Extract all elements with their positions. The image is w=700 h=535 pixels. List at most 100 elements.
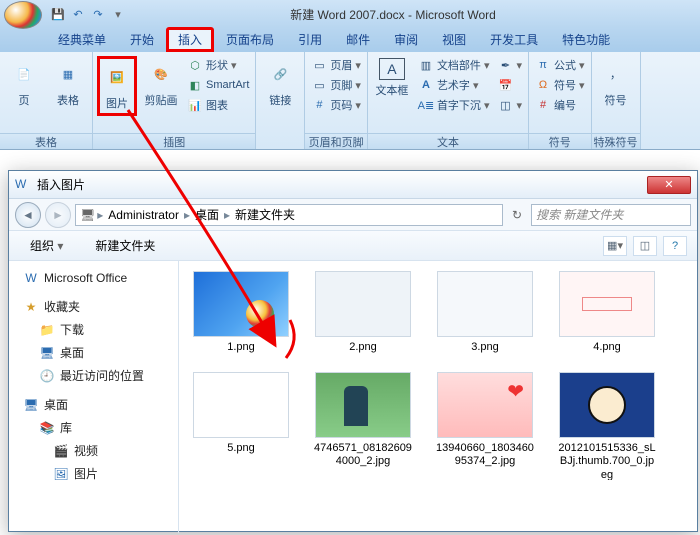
- forward-button[interactable]: ►: [45, 202, 71, 228]
- close-button[interactable]: ✕: [647, 176, 691, 194]
- file-item[interactable]: 2012101515336_sLBJj.thumb.700_0.jpeg: [557, 372, 657, 480]
- tab-classic[interactable]: 经典菜单: [46, 27, 118, 52]
- tab-insert[interactable]: 插入: [166, 27, 214, 52]
- file-item[interactable]: 3.png: [435, 271, 535, 354]
- label: 符号: [605, 92, 627, 108]
- preview-pane-button[interactable]: ◫: [633, 236, 657, 256]
- chart-button[interactable]: 📊图表: [185, 96, 251, 114]
- group-header-footer: ▭页眉 ▾ ▭页脚 ▾ #页码 ▾ 页眉和页脚: [305, 52, 368, 149]
- pagenumber-button[interactable]: #页码 ▾: [309, 96, 363, 114]
- file-item[interactable]: 13940660_180346095374_2.jpg: [435, 372, 535, 480]
- file-name: 4746571_081826094000_2.jpg: [313, 442, 413, 468]
- tab-mail[interactable]: 邮件: [334, 27, 382, 52]
- search-placeholder: 搜索 新建文件夹: [536, 206, 623, 223]
- tab-references[interactable]: 引用: [286, 27, 334, 52]
- refresh-icon[interactable]: ↻: [507, 208, 527, 222]
- wordart-button[interactable]: A艺术字 ▾: [416, 76, 492, 94]
- quickparts-button[interactable]: ▥文档部件 ▾: [416, 56, 492, 74]
- breadcrumb-segment[interactable]: Administrator: [105, 208, 182, 222]
- object-button[interactable]: ◫▾: [495, 96, 524, 114]
- equation-button[interactable]: π公式 ▾: [533, 56, 587, 74]
- help-button[interactable]: ?: [663, 236, 687, 256]
- sidebar-item-recent[interactable]: 🕘最近访问的位置: [13, 364, 174, 387]
- desktop-icon: 🖥: [23, 397, 39, 413]
- sidebar-item-desktop[interactable]: 🖥桌面: [13, 341, 174, 364]
- smartart-button[interactable]: ◧SmartArt: [185, 76, 251, 94]
- recent-icon: 🕘: [39, 368, 55, 384]
- save-icon[interactable]: 💾: [50, 6, 66, 22]
- tab-review[interactable]: 审阅: [382, 27, 430, 52]
- label: 页: [19, 92, 30, 108]
- file-item[interactable]: 5.png: [191, 372, 291, 480]
- quick-access-toolbar: 💾 ↶ ↷ ▾: [50, 6, 126, 22]
- file-item[interactable]: 2.png: [313, 271, 413, 354]
- sidebar-item-office[interactable]: WMicrosoft Office: [13, 267, 174, 289]
- group-links: 🔗链接 链接: [256, 52, 305, 149]
- tab-special[interactable]: 特色功能: [550, 27, 622, 52]
- thumbnail: [315, 271, 411, 337]
- group-special-symbols: ，符号 特殊符号: [592, 52, 641, 149]
- back-button[interactable]: ◄: [15, 202, 41, 228]
- shapes-button[interactable]: ⬡形状 ▾: [185, 56, 251, 74]
- table-button[interactable]: ▦表格: [48, 56, 88, 110]
- datetime-button[interactable]: 📅: [495, 76, 524, 94]
- file-name: 5.png: [227, 442, 255, 455]
- clipart-button[interactable]: 🎨剪贴画: [141, 56, 181, 110]
- sidebar-item-desktop2[interactable]: 🖥桌面: [13, 393, 174, 416]
- breadcrumb[interactable]: 🖥 ▸ Administrator ▸ 桌面 ▸ 新建文件夹: [75, 204, 503, 226]
- tab-layout[interactable]: 页面布局: [214, 27, 286, 52]
- number-button[interactable]: #编号: [533, 96, 587, 114]
- ribbon-tabs: 经典菜单 开始 插入 页面布局 引用 邮件 审阅 视图 开发工具 特色功能: [0, 28, 700, 52]
- organize-button[interactable]: 组织 ▾: [19, 233, 74, 258]
- group-text: A 文本框 ▥文档部件 ▾ A艺术字 ▾ A≣首字下沉 ▾ ✒▾ 📅 ◫▾ 文本: [368, 52, 529, 149]
- thumbnail: [193, 271, 289, 337]
- dialog-titlebar: W 插入图片 ✕: [9, 171, 697, 199]
- symbol-button[interactable]: Ω符号 ▾: [533, 76, 587, 94]
- sidebar-item-pictures[interactable]: 🖼图片: [13, 462, 174, 485]
- close-icon: ✕: [664, 178, 673, 191]
- hyperlink-button[interactable]: 🔗链接: [260, 56, 300, 110]
- dialog-body: WMicrosoft Office ★收藏夹 📁下载 🖥桌面 🕘最近访问的位置 …: [9, 261, 697, 533]
- sidebar-item-downloads[interactable]: 📁下载: [13, 318, 174, 341]
- signature-line-button[interactable]: ✒▾: [495, 56, 524, 74]
- dialog-title: 插入图片: [37, 176, 85, 193]
- breadcrumb-segment[interactable]: 新建文件夹: [232, 206, 298, 223]
- desktop-icon: 🖥: [39, 345, 55, 361]
- search-input[interactable]: 搜索 新建文件夹: [531, 204, 691, 226]
- label: 图片: [106, 95, 128, 111]
- file-list: 1.png 2.png 3.png 4.png 5.png 4746571_08…: [179, 261, 697, 533]
- file-name: 13940660_180346095374_2.jpg: [435, 442, 535, 468]
- redo-icon[interactable]: ↷: [90, 6, 106, 22]
- textbox-button[interactable]: A 文本框: [372, 56, 412, 100]
- new-folder-button[interactable]: 新建文件夹: [84, 233, 166, 258]
- sidebar-item-favorites[interactable]: ★收藏夹: [13, 295, 174, 318]
- undo-icon[interactable]: ↶: [70, 6, 86, 22]
- video-icon: 🎬: [53, 443, 69, 459]
- tab-view[interactable]: 视图: [430, 27, 478, 52]
- breadcrumb-segment[interactable]: 桌面: [192, 206, 222, 223]
- thumbnail: [437, 271, 533, 337]
- file-item[interactable]: 4746571_081826094000_2.jpg: [313, 372, 413, 480]
- tab-home[interactable]: 开始: [118, 27, 166, 52]
- cover-page-button[interactable]: 📄页: [4, 56, 44, 110]
- dropcap-button[interactable]: A≣首字下沉 ▾: [416, 96, 492, 114]
- picture-button[interactable]: 🖼️图片: [97, 56, 137, 116]
- file-item[interactable]: 4.png: [557, 271, 657, 354]
- tab-developer[interactable]: 开发工具: [478, 27, 550, 52]
- sidebar-item-videos[interactable]: 🎬视频: [13, 439, 174, 462]
- group-illustrations: 🖼️图片 🎨剪贴画 ⬡形状 ▾ ◧SmartArt 📊图表 插图: [93, 52, 256, 149]
- sidebar-item-library[interactable]: 📚库: [13, 416, 174, 439]
- group-label: 特殊符号: [592, 133, 640, 149]
- special-symbol-button[interactable]: ，符号: [596, 56, 636, 110]
- qat-dropdown-icon[interactable]: ▾: [110, 6, 126, 22]
- header-button[interactable]: ▭页眉 ▾: [309, 56, 363, 74]
- group-label: 插图: [93, 133, 255, 149]
- footer-button[interactable]: ▭页脚 ▾: [309, 76, 363, 94]
- thumbnail: [559, 372, 655, 438]
- group-label: 表格: [0, 133, 92, 149]
- view-mode-button[interactable]: ▦ ▾: [603, 236, 627, 256]
- office-button[interactable]: [4, 1, 42, 29]
- ribbon: 📄页 ▦表格 表格 🖼️图片 🎨剪贴画 ⬡形状 ▾ ◧SmartArt 📊图表 …: [0, 52, 700, 150]
- word-icon: W: [15, 177, 31, 193]
- file-item[interactable]: 1.png: [191, 271, 291, 354]
